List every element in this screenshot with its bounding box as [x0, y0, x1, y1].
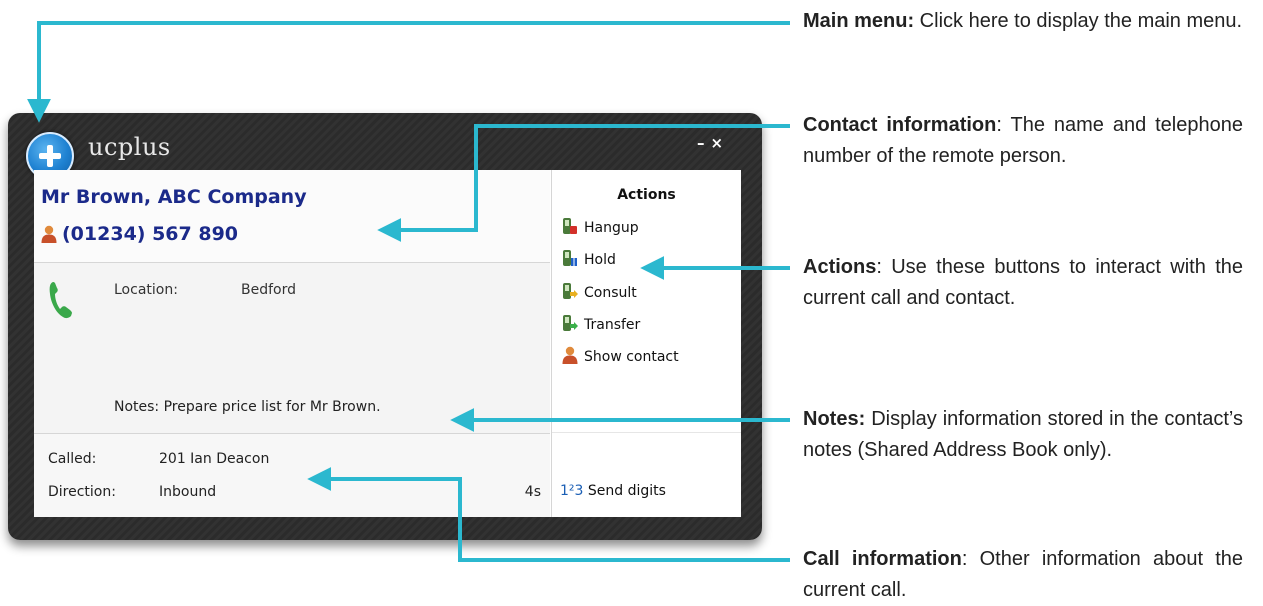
callout-line-call-info — [307, 467, 790, 562]
callout-text: Click here to display the main menu. — [914, 10, 1243, 32]
callout-title: Main menu: — [803, 10, 915, 32]
callout-main-menu: Main menu: Click here to display the mai… — [803, 6, 1243, 37]
callout-text: Display information stored in the contac… — [803, 408, 1243, 461]
callout-title: Notes: — [803, 408, 866, 430]
callout-actions: Actions: Use these buttons to interact w… — [803, 252, 1243, 314]
callout-title: Call information — [803, 548, 962, 570]
callout-title: Actions — [803, 256, 877, 278]
callout-notes: Notes: Display information stored in the… — [803, 404, 1243, 466]
callout-line-contact-info — [377, 124, 790, 242]
callout-contact-information: Contact information: The name and teleph… — [803, 110, 1243, 172]
callout-line-main-menu — [27, 21, 790, 123]
callout-title: Contact information — [803, 114, 997, 136]
callout-call-information: Call information: Other information abou… — [803, 544, 1243, 606]
